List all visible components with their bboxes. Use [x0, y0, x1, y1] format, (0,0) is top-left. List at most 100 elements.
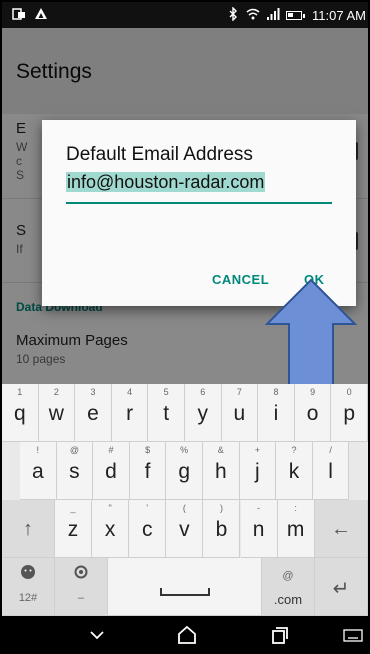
emoji-icon	[20, 564, 36, 585]
on-screen-keyboard: 1q2w3e4r5t6y7u8i9o0p ! a @ s # d $ f% g & h + j? k / l …	[2, 384, 368, 616]
key-hint: 6	[200, 387, 206, 397]
email-field[interactable]: info@houston-radar.com	[66, 172, 332, 204]
key-a[interactable]: ! a	[20, 442, 57, 500]
email-value: info@houston-radar.com	[66, 172, 266, 192]
key-g[interactable]: % g	[166, 442, 203, 500]
key-hint: 1	[17, 387, 23, 397]
enter-icon: ↵	[332, 578, 350, 600]
key-hint: 8	[273, 387, 279, 397]
key-label: s	[69, 460, 80, 483]
key-label: m	[286, 518, 305, 541]
key-f[interactable]: $ f	[129, 442, 167, 500]
key-hint: (	[182, 503, 186, 513]
key-o[interactable]: 9o	[294, 384, 332, 442]
key-hint: +	[254, 445, 261, 455]
wifi-icon	[246, 7, 260, 24]
dotcom-key[interactable]: @ .com	[262, 558, 315, 616]
key-p[interactable]: 0p	[331, 384, 368, 442]
key-hint: 4	[127, 387, 133, 397]
key-label: d	[105, 460, 117, 483]
status-bar: 11:07 AM	[2, 2, 368, 28]
key-label: b	[215, 518, 228, 541]
key-e[interactable]: 3e	[75, 384, 112, 442]
key-v[interactable]: (v	[166, 500, 204, 558]
cancel-button[interactable]: CANCEL	[212, 272, 269, 287]
key-label: n	[252, 518, 265, 541]
gear-icon	[73, 564, 89, 585]
key-hint: 9	[310, 387, 316, 397]
key-k[interactable]: ? k	[276, 442, 313, 500]
shift-key[interactable]: ↑	[2, 500, 55, 558]
key-j[interactable]: + j	[239, 442, 277, 500]
key-m[interactable]: :m	[277, 500, 315, 558]
key-hint: @	[69, 445, 79, 455]
key-h[interactable]: & h	[203, 442, 240, 500]
key-t[interactable]: 5t	[148, 384, 185, 442]
key-label: h	[214, 460, 227, 483]
screen-mirror-icon	[12, 7, 26, 24]
key-u[interactable]: 7u	[221, 384, 259, 442]
settings-key[interactable]: –	[55, 558, 108, 616]
key-label: e	[87, 402, 99, 425]
key-hint: 2	[53, 387, 59, 397]
key-i[interactable]: 8i	[258, 384, 295, 442]
key-s[interactable]: @ s	[56, 442, 94, 500]
key-hint: 0	[346, 387, 352, 397]
key-hint: #	[108, 445, 114, 455]
key-label: r	[126, 402, 134, 425]
key-hint: -	[257, 503, 261, 513]
dash-hint: –	[77, 592, 85, 604]
key-y[interactable]: 6y	[185, 384, 222, 442]
key-label: f	[144, 460, 151, 483]
key-b[interactable]: ) b	[203, 500, 241, 558]
back-chevron-icon[interactable]	[86, 624, 108, 646]
battery-icon	[286, 11, 306, 20]
key-l[interactable]: / l	[312, 442, 350, 500]
key-n[interactable]: -n	[240, 500, 278, 558]
navigation-bar	[2, 616, 368, 652]
key-hint: !	[36, 445, 40, 455]
key-hint: 5	[163, 387, 169, 397]
key-label: x	[104, 518, 116, 541]
key-label: v	[179, 518, 190, 541]
key-hint: '	[146, 503, 149, 513]
key-hint: :	[294, 503, 297, 513]
keyboard-icon[interactable]	[342, 624, 364, 646]
key-q[interactable]: 1q	[2, 384, 39, 442]
backspace-icon: ←	[331, 518, 351, 540]
key-label: j	[255, 460, 260, 483]
key-w[interactable]: 2w	[38, 384, 76, 442]
key-hint: "	[108, 503, 112, 513]
key-r[interactable]: 4r	[111, 384, 149, 442]
key-label: t	[163, 402, 170, 425]
shift-icon: ↑	[23, 518, 33, 540]
bluetooth-icon	[226, 7, 240, 24]
phone-screen: 11:07 AM Settings E W c S S If Data Down…	[0, 0, 370, 654]
key-hint: )	[219, 503, 223, 513]
key-label: a	[31, 460, 44, 483]
key-c[interactable]: ' c	[129, 500, 167, 558]
key-label: p	[343, 402, 356, 425]
space-key[interactable]	[108, 558, 262, 616]
at-hint: @	[282, 570, 294, 582]
recent-apps-icon[interactable]	[268, 624, 290, 646]
key-label: q	[13, 402, 26, 425]
status-time: 11:07 AM	[312, 8, 366, 23]
key-hint: $	[145, 445, 151, 455]
key-label: o	[306, 402, 319, 425]
key-x[interactable]: " x	[92, 500, 130, 558]
key-hint: %	[180, 445, 189, 455]
key-hint: _	[70, 503, 76, 513]
symbols-key[interactable]: 12#	[2, 558, 55, 616]
key-label: i	[273, 402, 279, 425]
key-hint: /	[329, 445, 332, 455]
key-hint: 3	[90, 387, 96, 397]
key-hint: &	[217, 445, 224, 455]
signal-icon	[266, 7, 280, 24]
key-z[interactable]: _ z	[55, 500, 93, 558]
enter-key[interactable]: ↵	[315, 558, 368, 616]
key-label: z	[67, 518, 79, 541]
key-d[interactable]: # d	[93, 442, 130, 500]
backspace-key[interactable]: ←	[315, 500, 368, 558]
home-icon[interactable]	[176, 624, 198, 646]
